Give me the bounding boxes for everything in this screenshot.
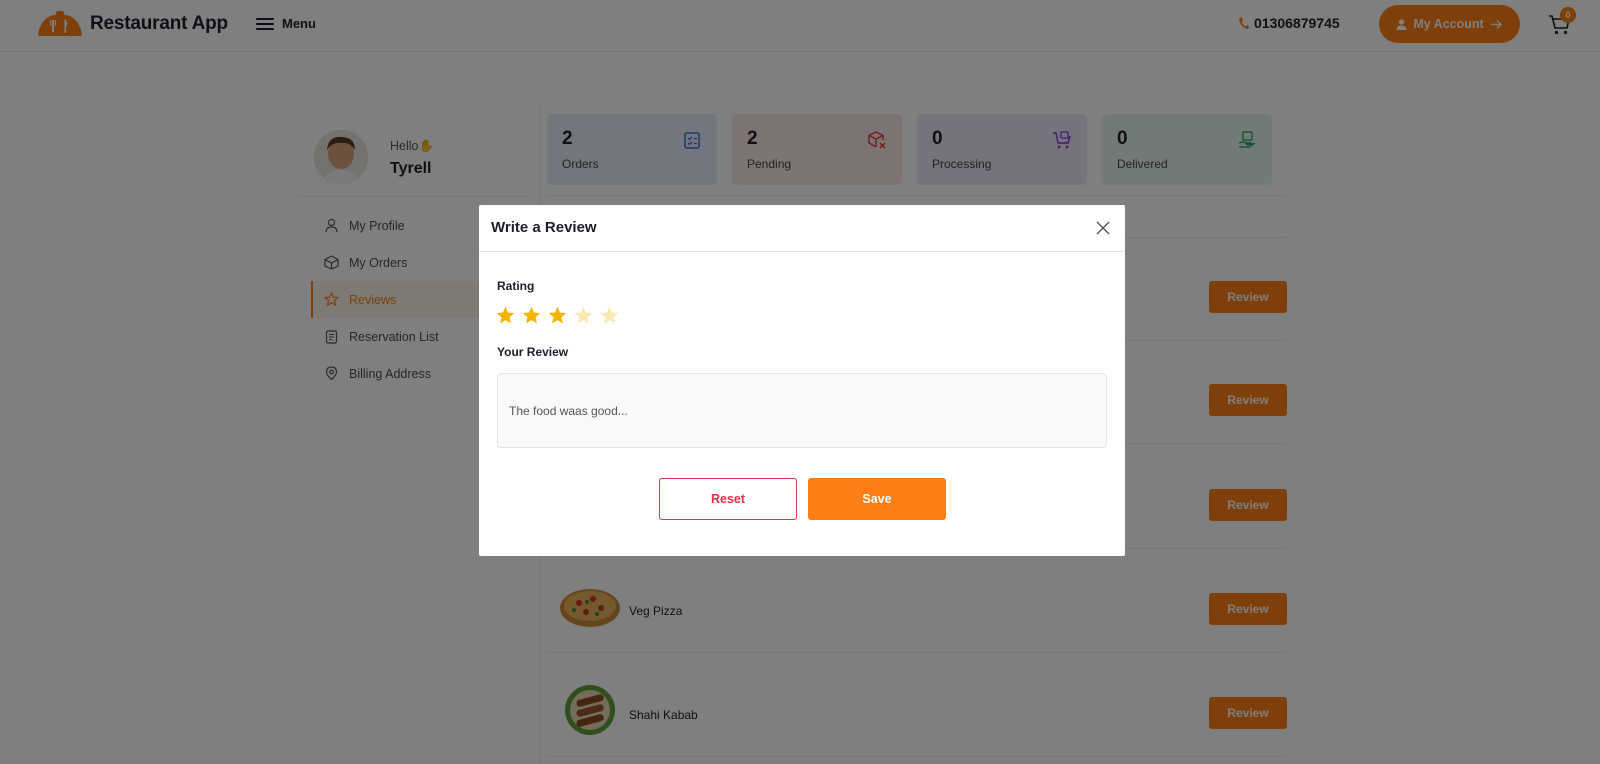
star-4-icon[interactable] bbox=[573, 305, 594, 326]
star-2-icon[interactable] bbox=[521, 305, 542, 326]
star-5-icon[interactable] bbox=[599, 305, 620, 326]
review-textarea[interactable]: The food waas good... bbox=[497, 373, 1107, 448]
star-1-icon[interactable] bbox=[495, 305, 516, 326]
rating-label: Rating bbox=[497, 279, 535, 293]
star-3-icon[interactable] bbox=[547, 305, 568, 326]
star-rating[interactable] bbox=[495, 305, 620, 326]
write-review-modal: Write a Review Rating Your Review The fo… bbox=[479, 205, 1125, 556]
your-review-label: Your Review bbox=[497, 345, 569, 359]
save-button[interactable]: Save bbox=[808, 478, 946, 520]
close-icon[interactable] bbox=[1096, 221, 1110, 235]
reset-button[interactable]: Reset bbox=[659, 478, 797, 520]
modal-title: Write a Review bbox=[491, 219, 597, 236]
modal-header: Write a Review bbox=[479, 205, 1125, 252]
